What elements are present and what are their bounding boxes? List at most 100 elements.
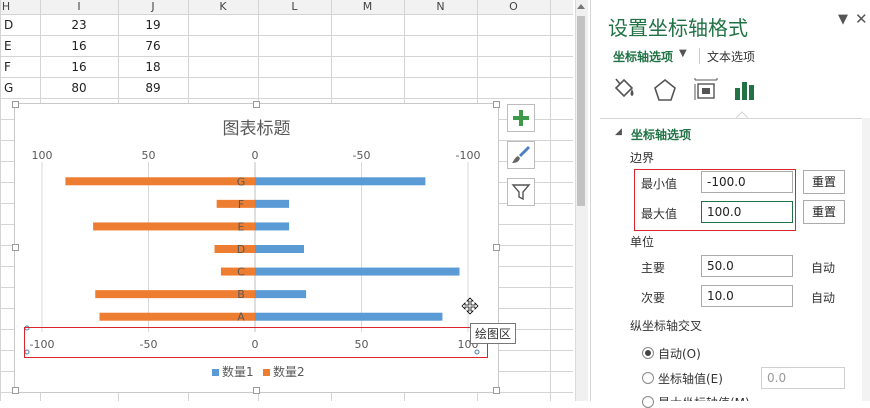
section-title-axis-options[interactable]: 坐标轴选项 bbox=[631, 126, 691, 143]
radio-auto-label[interactable]: 自动(O) bbox=[658, 345, 701, 362]
bar-series-1 bbox=[255, 177, 426, 186]
units-label: 单位 bbox=[630, 235, 655, 249]
max-label: 最大值 bbox=[641, 207, 678, 221]
vertical-axis-crosses-label: 纵坐标轴交叉 bbox=[630, 319, 703, 333]
column-header-h[interactable]: H bbox=[0, 0, 12, 14]
category-label: B bbox=[237, 288, 245, 301]
legend-label: 数量1 bbox=[222, 365, 254, 379]
resize-handle[interactable] bbox=[12, 244, 19, 251]
radio-max-axis-value[interactable] bbox=[642, 396, 654, 408]
radio-auto[interactable] bbox=[642, 347, 654, 359]
minor-unit-input[interactable]: 10.0 bbox=[701, 285, 793, 307]
resize-handle[interactable] bbox=[12, 101, 19, 108]
size-properties-icon[interactable] bbox=[692, 76, 720, 104]
bar-series-1 bbox=[255, 245, 304, 253]
chart-filters-button[interactable] bbox=[507, 178, 535, 206]
bar-series-2 bbox=[65, 177, 256, 186]
chevron-down-icon[interactable]: ▼ bbox=[679, 48, 687, 59]
category-label: F bbox=[238, 198, 244, 211]
cell-h-label[interactable]: D bbox=[4, 15, 13, 35]
legend-swatch bbox=[212, 369, 219, 376]
bar-series-1 bbox=[255, 267, 460, 276]
resize-handle[interactable] bbox=[253, 387, 260, 394]
resize-handle[interactable] bbox=[493, 387, 500, 394]
resize-handle[interactable] bbox=[493, 101, 500, 108]
scrollbar-thumb[interactable] bbox=[577, 16, 585, 206]
cell-i-value[interactable]: 16 bbox=[40, 57, 118, 77]
move-cursor-icon bbox=[461, 297, 479, 315]
cell-i-value[interactable]: 80 bbox=[40, 78, 118, 98]
tab-text-options[interactable]: 文本选项 bbox=[707, 48, 755, 65]
bar-series-2 bbox=[216, 199, 255, 208]
bar-series-1 bbox=[255, 290, 307, 299]
chart-styles-button[interactable] bbox=[507, 141, 535, 169]
scroll-up-arrow-icon[interactable] bbox=[575, 0, 587, 14]
plot-area-tooltip: 绘图区 bbox=[470, 323, 517, 344]
column-header-o[interactable]: O bbox=[477, 0, 550, 14]
column-header-k[interactable]: K bbox=[188, 0, 258, 14]
reset-max-button[interactable]: 重置 bbox=[803, 200, 845, 224]
category-label: E bbox=[238, 220, 245, 233]
selected-axis-highlight bbox=[24, 327, 488, 358]
axis-value-input[interactable]: 0.0 bbox=[761, 367, 845, 389]
column-header-n[interactable]: N bbox=[404, 0, 477, 14]
resize-handle[interactable] bbox=[493, 244, 500, 251]
pane-title: 设置坐标轴格式 bbox=[608, 16, 748, 40]
legend-label: 数量2 bbox=[273, 365, 305, 379]
collapse-arrow-icon[interactable]: ◢ bbox=[615, 127, 622, 137]
min-label: 最小值 bbox=[641, 177, 678, 191]
bar-series-1 bbox=[255, 312, 443, 321]
radio-max-axis-value-label[interactable]: 最大坐标轴值(M) bbox=[658, 394, 750, 401]
reset-min-button[interactable]: 重置 bbox=[803, 170, 845, 194]
category-label: D bbox=[237, 243, 245, 256]
bar-series-2 bbox=[95, 290, 255, 299]
max-bound-input[interactable]: 100.0 bbox=[701, 201, 793, 223]
cell-j-value[interactable]: 89 bbox=[118, 78, 188, 98]
pane-scrollbar[interactable] bbox=[862, 118, 870, 401]
bar-series-1 bbox=[255, 199, 290, 208]
legend-item-series-2[interactable]: 数量2 bbox=[263, 363, 305, 380]
chart-elements-button[interactable] bbox=[507, 104, 535, 132]
pane-options-dropdown-icon[interactable]: ▼ bbox=[838, 12, 848, 27]
radio-axis-value-label[interactable]: 坐标轴值(E) bbox=[658, 370, 723, 387]
major-unit-input[interactable]: 50.0 bbox=[701, 255, 793, 277]
top-axis-tick-label: 50 bbox=[142, 149, 156, 162]
resize-handle[interactable] bbox=[12, 387, 19, 394]
category-label: G bbox=[237, 175, 246, 188]
column-header-j[interactable]: J bbox=[118, 0, 188, 14]
resize-handle[interactable] bbox=[253, 101, 260, 108]
legend-swatch bbox=[263, 369, 270, 376]
top-axis-tick-label: -50 bbox=[353, 149, 371, 162]
cell-i-value[interactable]: 16 bbox=[40, 36, 118, 56]
tab-axis-options[interactable]: 坐标轴选项 bbox=[613, 48, 673, 65]
effects-icon[interactable] bbox=[651, 76, 679, 104]
filter-icon bbox=[511, 184, 531, 201]
radio-axis-value[interactable] bbox=[642, 372, 654, 384]
column-header-l[interactable]: L bbox=[258, 0, 331, 14]
top-axis-tick-label: 0 bbox=[252, 149, 259, 162]
bar-series-2 bbox=[214, 245, 255, 253]
cell-i-value[interactable]: 23 bbox=[40, 15, 118, 35]
bounds-label: 边界 bbox=[630, 151, 655, 165]
cell-j-value[interactable]: 18 bbox=[118, 57, 188, 77]
cell-j-value[interactable]: 19 bbox=[118, 15, 188, 35]
bar-series-2 bbox=[93, 222, 256, 231]
axis-options-icon[interactable] bbox=[731, 76, 759, 104]
cell-j-value[interactable]: 76 bbox=[118, 36, 188, 56]
minor-unit-label: 次要 bbox=[641, 291, 666, 305]
minor-auto-label: 自动 bbox=[811, 291, 836, 305]
column-header-i[interactable]: I bbox=[40, 0, 118, 14]
min-bound-input[interactable]: -100.0 bbox=[701, 171, 793, 193]
close-icon[interactable]: ✕ bbox=[855, 10, 868, 28]
cell-h-label[interactable]: F bbox=[4, 57, 11, 77]
category-label: A bbox=[237, 311, 245, 324]
tab-divider bbox=[699, 48, 700, 64]
top-axis-tick-label: 100 bbox=[32, 149, 53, 162]
bar-series-2 bbox=[99, 312, 255, 321]
cell-h-label[interactable]: E bbox=[4, 36, 12, 56]
fill-line-icon[interactable] bbox=[610, 76, 638, 104]
column-header-m[interactable]: M bbox=[331, 0, 404, 14]
cell-h-label[interactable]: G bbox=[4, 78, 13, 98]
plus-icon bbox=[513, 110, 529, 126]
legend-item-series-1[interactable]: 数量1 bbox=[212, 363, 254, 380]
